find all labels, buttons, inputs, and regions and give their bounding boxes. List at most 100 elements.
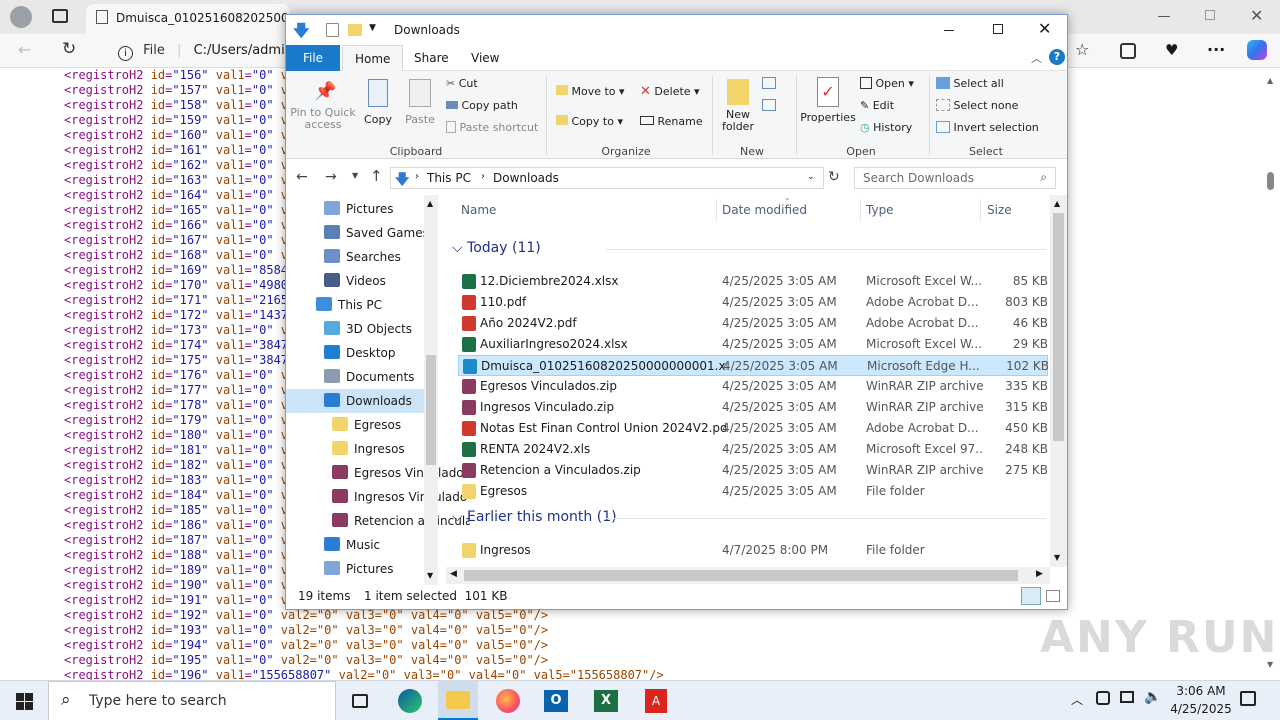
clock-time[interactable]: 3:06 AM [1172,684,1230,698]
scroll-up-icon[interactable]: ▲ [1267,76,1273,85]
file-row[interactable]: 12.Diciembre2024.xlsx 4/25/2025 3:05 AM Mi… [458,271,1048,292]
collapse-ribbon-icon[interactable]: ︿ [1031,50,1042,66]
new-folder-button[interactable]: New folder [718,79,758,133]
history-button[interactable]: ◷ History [860,121,912,134]
restore-browser-icon[interactable] [1205,10,1215,20]
new-item-icon[interactable] [762,77,776,89]
nav-item-this-pc[interactable]: This PC [316,293,382,317]
tab-share[interactable]: Share [402,45,461,71]
wifi-icon[interactable] [1120,691,1134,703]
task-view-icon[interactable] [340,685,380,717]
breadcrumb-downloads[interactable]: Downloads [493,171,559,185]
navigation-scrollbar[interactable]: ▲ ▼ [424,195,438,585]
rename-button[interactable]: Rename [640,115,703,128]
nav-item-documents[interactable]: Documents [324,365,414,389]
nav-item-desktop[interactable]: Desktop [324,341,396,365]
help-icon[interactable]: ? [1049,49,1065,65]
nav-back-icon[interactable]: ← [296,169,308,185]
file-row[interactable]: Ingresos Vinculado.zip 4/25/2025 3:05 AM W… [458,397,1048,418]
browser-tab[interactable]: Dmuisca_01025160820250000000 [86,4,290,34]
nav-forward-icon[interactable]: → [325,169,337,185]
recent-locations-icon[interactable]: ▼ [352,171,358,180]
refresh-icon[interactable]: ↻ [62,39,76,59]
file-explorer-taskbar-icon[interactable] [438,681,478,720]
list-hscrollbar[interactable]: ◀ ▶ [446,567,1050,584]
close-browser-icon[interactable]: ✕ [1250,6,1263,25]
move-to-button[interactable]: Move to ▾ [556,85,625,98]
copy-path-button[interactable]: Copy path [446,99,518,112]
edit-button[interactable]: ✎ Edit [860,99,894,112]
column-name[interactable]: Name [461,203,496,217]
easy-access-icon[interactable] [762,99,776,111]
nav-item-music[interactable]: Music [324,533,380,557]
nav-item-pictures[interactable]: Pictures [324,197,394,221]
tab-home[interactable]: Home [342,45,404,71]
minimize-browser-icon[interactable] [1158,16,1170,17]
address-dropdown-icon[interactable]: ⌄ [807,172,815,182]
clock-date[interactable]: 4/25/2025 [1166,702,1236,716]
scroll-thumb[interactable] [1267,172,1274,190]
list-scroll-left-icon[interactable]: ◀ [450,569,457,579]
nav-item-pictures[interactable]: Pictures [324,557,394,581]
nav-item-ingresos[interactable]: Ingresos [332,437,405,461]
details-view-icon[interactable] [1021,587,1041,605]
list-scroll-right-icon[interactable]: ▶ [1036,569,1043,579]
profile-icon[interactable] [10,6,32,28]
outlook-taskbar-icon[interactable]: O [536,685,576,717]
select-none-button[interactable]: Select none [936,99,1018,112]
new-folder-quick-icon[interactable] [348,24,362,36]
taskbar-search-box[interactable]: ⌕ Type here to search [48,681,336,720]
tab-actions-icon[interactable] [52,9,68,23]
page-scrollbar[interactable]: ▲ ▼ [1262,68,1280,680]
open-button[interactable]: Open ▾ [860,77,914,90]
notifications-icon[interactable] [1240,691,1256,706]
pin-quick-access-button[interactable]: 📌 Pin to Quick access [290,81,356,131]
file-row[interactable]: Retencion a Vinculados.zip 4/25/2025 3:05… [458,460,1048,481]
start-button[interactable] [2,685,46,717]
file-row[interactable]: Ingresos 4/7/2025 8:00 PM File folder [458,540,1048,561]
maximize-icon[interactable] [993,24,1003,34]
column-date-modified[interactable]: Date modified [722,203,807,217]
address-bar[interactable]: i File | C:/Users/admin, [108,38,297,64]
list-scroll-thumb[interactable] [1053,213,1064,441]
nav-item-egresos[interactable]: Egresos [332,413,401,437]
excel-taskbar-icon[interactable]: X [586,685,626,717]
nav-scroll-thumb[interactable] [426,355,436,465]
tab-file[interactable]: File [286,45,340,71]
column-size[interactable]: Size [987,203,1012,217]
favorites-icon[interactable]: ☆ [1075,40,1089,59]
minimize-icon[interactable] [944,30,954,31]
breadcrumb-this-pc[interactable]: This PC [427,171,471,185]
nav-item-searches[interactable]: Searches [324,245,401,269]
file-row[interactable]: Notas Est Finan Control Union 2024V2.pdf… [458,418,1048,439]
close-icon[interactable]: ✕ [1038,19,1051,38]
collections-icon[interactable] [1120,43,1136,59]
cut-button[interactable]: ✂ Cut [446,77,478,90]
file-row[interactable]: Año 2024V2.pdf 4/25/2025 3:05 AM Adobe Acr… [458,313,1048,334]
copy-to-button[interactable]: Copy to ▾ [556,115,623,128]
file-row[interactable]: RENTA 2024V2.xls 4/25/2025 3:05 AM Microso… [458,439,1048,460]
list-hscroll-thumb[interactable] [464,570,1018,581]
nav-scroll-down-icon[interactable]: ▼ [427,571,433,580]
invert-selection-button[interactable]: Invert selection [936,121,1039,134]
nav-item-saved-games[interactable]: Saved Games [324,221,429,245]
group-header[interactable]: ⌵ Earlier this month (1) [452,509,617,525]
firefox-taskbar-icon[interactable] [488,685,528,717]
back-icon[interactable]: ← [18,40,31,59]
nav-item-egresos-vinculado[interactable]: Egresos Vinculado [332,461,464,485]
file-row[interactable]: AuxiliarIngreso2024.xlsx 4/25/2025 3:05 A… [458,334,1048,355]
search-downloads-input[interactable]: Search Downloads ⌕ [854,167,1056,189]
edge-taskbar-icon[interactable] [390,685,430,717]
file-row[interactable]: Egresos 4/25/2025 3:05 AM File folder [458,481,1048,502]
column-type[interactable]: Type [866,203,894,217]
properties-quick-icon[interactable] [326,23,339,37]
address-box[interactable]: 🡇 › This PC › Downloads ⌄ [390,167,824,189]
acrobat-taskbar-icon[interactable]: A [636,685,676,717]
refresh-location-icon[interactable]: ↻ [828,169,840,185]
info-icon[interactable]: i [118,46,133,61]
nav-item-videos[interactable]: Videos [324,269,386,293]
up-icon[interactable]: ↑ [370,167,383,185]
file-row[interactable]: Dmuisca_01025160820250000000001.xml 4/25/… [458,355,1049,376]
more-menu-icon[interactable]: ··· [1207,40,1225,59]
performance-icon[interactable]: ♥ [1165,41,1178,59]
